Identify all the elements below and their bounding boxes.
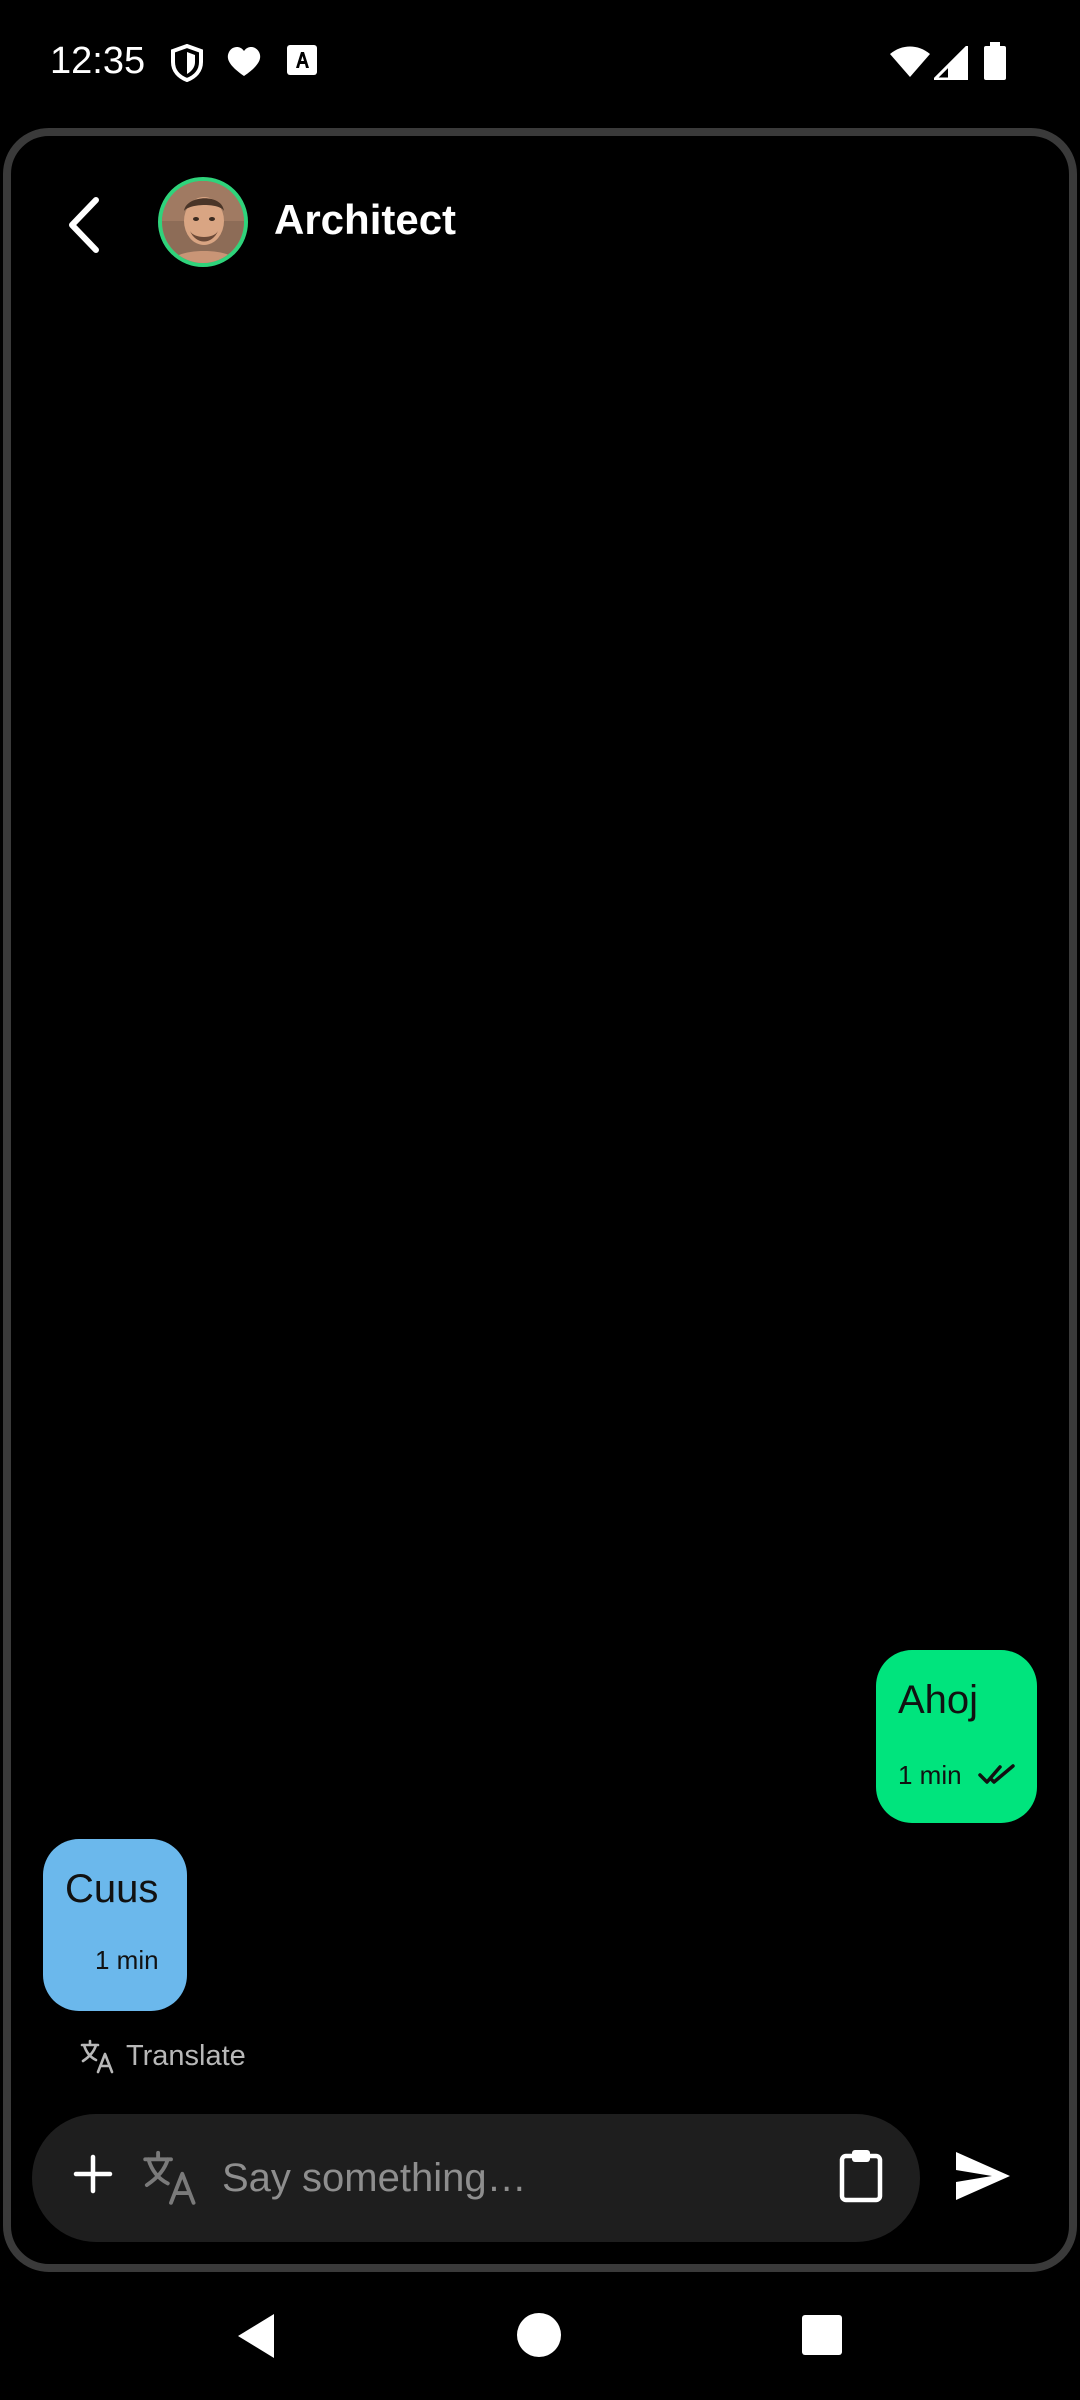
message-input[interactable] — [222, 2138, 822, 2218]
send-icon[interactable] — [954, 2150, 1012, 2202]
status-time: 12:35 — [50, 40, 146, 82]
contact-avatar[interactable] — [158, 177, 248, 267]
message-text: Cuus — [65, 1867, 159, 1911]
contact-name[interactable]: Architect — [274, 196, 456, 244]
wifi-icon — [890, 46, 930, 77]
translate-message-link[interactable]: Translate — [80, 2036, 246, 2076]
status-bar: 12:35 — [0, 0, 1080, 130]
nav-back-icon[interactable] — [234, 2312, 278, 2360]
outgoing-message-bubble[interactable]: Ahoj 1 min — [876, 1650, 1037, 1823]
translate-label: Translate — [126, 2039, 246, 2072]
a-badge-icon — [287, 45, 317, 75]
battery-icon — [984, 42, 1006, 80]
double-check-icon — [978, 1764, 1015, 1784]
heart-icon — [227, 46, 261, 76]
clipboard-icon[interactable] — [838, 2148, 884, 2204]
cell-signal-icon — [934, 46, 968, 80]
message-text: Ahoj — [898, 1678, 979, 1722]
message-time: 1 min — [95, 1945, 159, 1975]
shield-icon — [171, 44, 203, 82]
message-time: 1 min — [898, 1760, 962, 1790]
nav-home-icon[interactable] — [516, 2312, 562, 2358]
translate-icon — [80, 2039, 114, 2074]
plus-icon[interactable] — [70, 2151, 116, 2197]
avatar-photo — [162, 181, 244, 263]
chevron-left-icon — [69, 197, 99, 253]
translate-icon[interactable] — [142, 2148, 200, 2206]
system-navigation-bar — [0, 2280, 1080, 2400]
back-button[interactable] — [58, 190, 114, 260]
incoming-message-bubble[interactable]: Cuus 1 min — [43, 1839, 187, 2011]
nav-recents-icon[interactable] — [801, 2314, 843, 2356]
message-composer — [32, 2114, 920, 2242]
